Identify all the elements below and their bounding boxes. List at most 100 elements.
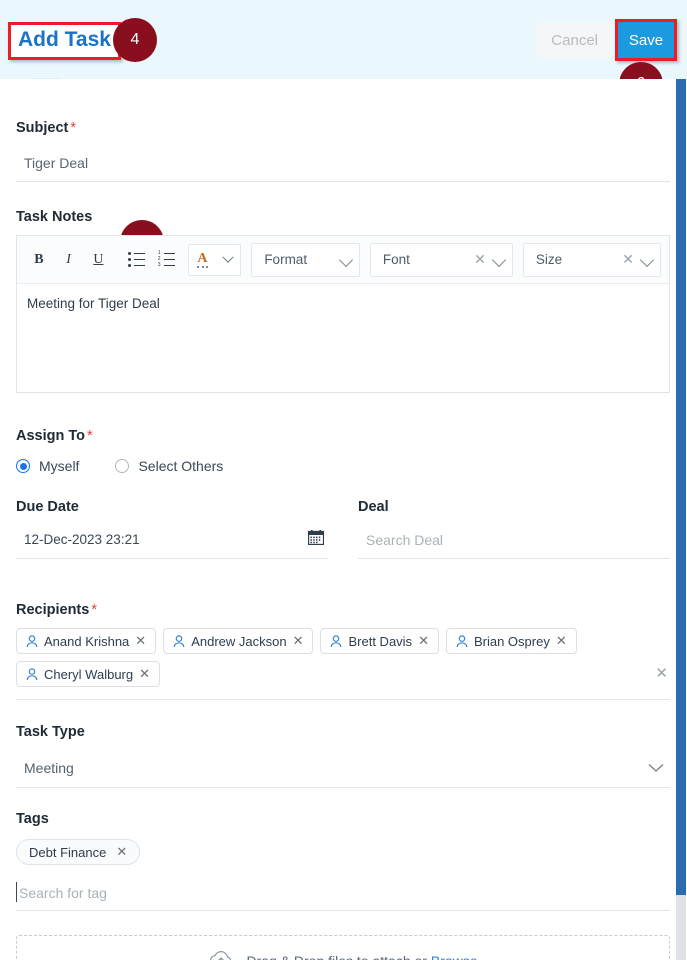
recipient-chip-label: Anand Krishna — [44, 633, 130, 649]
subject-required-mark: * — [70, 120, 77, 136]
bold-icon[interactable]: B — [25, 245, 53, 275]
radio-myself-label: Myself — [39, 458, 80, 474]
subject-input[interactable] — [16, 144, 670, 182]
remove-icon[interactable]: ✕ — [139, 666, 150, 682]
task-notes-label: Task Notes — [16, 209, 93, 225]
task-type-select[interactable]: Meeting — [16, 748, 670, 788]
attachment-instruction: Drag & Drop files to attach or — [246, 953, 427, 960]
cancel-button[interactable]: Cancel — [537, 22, 612, 58]
upload-cloud-icon — [208, 949, 234, 960]
person-icon — [456, 634, 468, 648]
assign-to-label-text: Assign To — [16, 428, 86, 444]
rich-text-editor: B I U 1 2 3 A Format Font ✕ Size ✕ Meeti… — [16, 235, 670, 393]
underline-icon[interactable]: U — [85, 245, 113, 275]
due-date-group: Due Date 12-Dec-2023 23:21 — [16, 499, 328, 559]
assign-to-label: Assign To * — [16, 428, 670, 444]
recipient-chip[interactable]: Cheryl Walburg ✕ — [16, 661, 161, 687]
radio-select-others[interactable]: Select Others — [115, 458, 223, 474]
form-body: Subject* 5 Task Notes B I U — [0, 79, 670, 960]
editor-toolbar: B I U 1 2 3 A Format Font ✕ Size ✕ — [17, 236, 669, 284]
task-type-label: Task Type — [16, 724, 85, 740]
recipient-chip[interactable]: Anand Krishna ✕ — [16, 628, 157, 654]
page-title-annotation: Add Task — [8, 22, 121, 60]
remove-icon[interactable]: ✕ — [293, 633, 304, 649]
page-title: Add Task — [18, 28, 111, 51]
format-dropdown-label: Format — [264, 252, 308, 267]
tag-chip[interactable]: Debt Finance ✕ — [16, 839, 141, 865]
chevron-down-icon — [639, 252, 655, 267]
size-dropdown-label: Size — [535, 252, 563, 267]
attachment-text: Drag & Drop files to attach or Browse — [246, 953, 477, 960]
font-color-picker[interactable]: A — [188, 243, 242, 276]
task-notes-textarea[interactable]: Meeting for Tiger Deal — [17, 284, 669, 392]
recipients-required-mark: * — [91, 602, 97, 618]
subject-field-group: Subject * — [16, 120, 670, 182]
recipient-chip-label: Brian Osprey — [473, 633, 550, 649]
browse-link[interactable]: Browse — [431, 953, 478, 960]
format-dropdown[interactable]: Format — [251, 242, 360, 277]
recipient-chip[interactable]: Andrew Jackson ✕ — [163, 628, 314, 654]
clear-icon[interactable]: ✕ — [622, 251, 634, 268]
recipient-chip[interactable]: Brian Osprey ✕ — [445, 628, 577, 654]
radio-select-others-indicator[interactable] — [115, 459, 130, 473]
task-notes-group: Task Notes B I U 1 2 3 A Format Font ✕ S… — [16, 209, 670, 393]
scrollbar-thumb[interactable] — [676, 79, 686, 895]
chevron-down-icon[interactable] — [648, 760, 664, 778]
chevron-down-icon — [491, 252, 506, 267]
font-color-icon: A — [197, 250, 208, 268]
scrollbar-track-remainder[interactable] — [676, 895, 686, 960]
numbered-list-icon[interactable]: 1 2 3 — [152, 245, 180, 275]
tags-group: Tags Debt Finance ✕ Search for tag — [16, 811, 670, 911]
size-dropdown[interactable]: Size ✕ — [522, 242, 661, 277]
clear-all-recipients-icon[interactable]: ✕ — [655, 664, 668, 682]
task-type-value: Meeting — [24, 759, 74, 776]
radio-myself[interactable]: Myself — [16, 458, 79, 474]
save-button-annotation: Save — [615, 19, 677, 61]
text-caret — [16, 882, 17, 902]
save-button[interactable]: Save — [618, 22, 674, 58]
recipients-field: Anand Krishna ✕ Andrew Jackson ✕ Brett D… — [16, 628, 670, 700]
recipients-group: Recipients * Anand Krishna ✕ Andrew Jack… — [16, 602, 670, 700]
assign-to-required-mark: * — [87, 428, 93, 444]
recipient-chip-label: Brett Davis — [348, 633, 413, 649]
deal-search-input[interactable] — [358, 521, 670, 559]
person-icon — [26, 667, 38, 681]
remove-icon[interactable]: ✕ — [418, 633, 429, 649]
tag-chip-list: Debt Finance ✕ — [16, 839, 670, 865]
assign-to-radio-group: Myself Select Others — [16, 458, 670, 474]
radio-select-others-label: Select Others — [138, 458, 224, 474]
person-icon — [26, 634, 38, 648]
chevron-down-icon — [222, 251, 234, 263]
date-deal-row: Due Date 12-Dec-2023 23:21 Deal Search D… — [16, 499, 670, 559]
deal-label: Deal — [358, 499, 389, 515]
attachment-dropzone[interactable]: Drag & Drop files to attach or Browse — [16, 935, 670, 960]
remove-icon[interactable]: ✕ — [116, 844, 127, 860]
recipient-chip-label: Cheryl Walburg — [44, 666, 134, 682]
person-icon — [173, 634, 185, 648]
calendar-icon[interactable] — [307, 530, 325, 546]
person-icon — [330, 634, 342, 648]
clear-icon[interactable]: ✕ — [474, 251, 486, 268]
tag-chip-label: Debt Finance — [29, 844, 107, 860]
subject-label: Subject * — [16, 120, 670, 136]
recipients-label: Recipients * — [16, 602, 670, 618]
recipient-chip[interactable]: Brett Davis ✕ — [320, 628, 439, 654]
italic-icon[interactable]: I — [55, 245, 83, 275]
font-dropdown[interactable]: Font ✕ — [369, 242, 513, 277]
subject-label-text: Subject — [16, 120, 69, 136]
remove-icon[interactable]: ✕ — [556, 633, 567, 649]
deal-group: Deal — [358, 499, 670, 559]
font-dropdown-label: Font — [382, 252, 410, 267]
radio-myself-indicator[interactable] — [16, 459, 30, 473]
remove-icon[interactable]: ✕ — [135, 633, 146, 649]
tag-search-field[interactable]: Search for tag — [16, 875, 670, 911]
recipient-chip-label: Andrew Jackson — [191, 633, 287, 649]
task-type-group: Task Type Meeting — [16, 724, 670, 788]
bullet-list-icon[interactable] — [122, 245, 150, 275]
tags-label: Tags — [16, 811, 49, 827]
tag-search-placeholder: Search for tag — [19, 884, 107, 901]
annotation-badge-4: 4 — [113, 18, 157, 62]
recipients-label-text: Recipients — [16, 602, 90, 618]
add-task-panel: Add Task 4 Cancel Save 6 Subject* 5 Task… — [0, 0, 687, 960]
due-date-field[interactable]: 12-Dec-2023 23:21 — [16, 521, 328, 559]
